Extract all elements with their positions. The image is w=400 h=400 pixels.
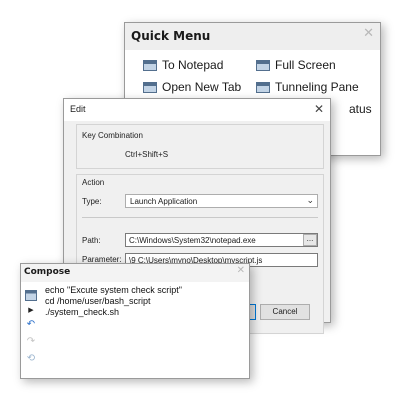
quick-menu-item-tunneling-pane[interactable]: Tunneling Pane bbox=[256, 80, 359, 94]
undo-icon[interactable]: ↶ bbox=[25, 319, 37, 331]
close-icon[interactable]: ✕ bbox=[237, 265, 245, 276]
path-label: Path: bbox=[82, 236, 101, 245]
compose-titlebar: Compose ✕ bbox=[21, 264, 249, 282]
window-icon bbox=[256, 59, 270, 71]
quick-menu-titlebar: Quick Menu ✕ bbox=[125, 23, 380, 50]
quick-menu-title: Quick Menu bbox=[131, 29, 211, 43]
history-icon[interactable]: ⟲ bbox=[25, 353, 37, 365]
redo-icon[interactable]: ↷ bbox=[25, 336, 37, 348]
compose-title: Compose bbox=[24, 267, 71, 277]
compose-line[interactable]: cd /home/user/bash_script bbox=[45, 296, 151, 306]
window-icon bbox=[143, 81, 157, 93]
cancel-button[interactable]: Cancel bbox=[260, 304, 310, 320]
quick-menu-item-full-screen[interactable]: Full Screen bbox=[256, 58, 336, 72]
quick-menu-item-open-new-tab[interactable]: Open New Tab bbox=[143, 80, 241, 94]
type-label: Type: bbox=[82, 197, 102, 206]
quick-menu-item-status[interactable]: atus bbox=[349, 102, 372, 116]
compose-window: Compose ✕ ▶ ↶ ↷ ⟲ echo "Excute system ch… bbox=[20, 263, 250, 379]
quick-menu-item-to-notepad[interactable]: To Notepad bbox=[143, 58, 223, 72]
key-combination-group: Key Combination Ctrl+Shift+S bbox=[76, 124, 324, 169]
path-input[interactable]: C:\Windows\System32\notepad.exe bbox=[125, 233, 318, 247]
close-icon[interactable]: ✕ bbox=[363, 26, 374, 41]
caret-right-icon[interactable]: ▶ bbox=[25, 304, 37, 316]
window-icon bbox=[143, 59, 157, 71]
action-label: Action bbox=[82, 178, 105, 187]
browse-button[interactable]: ... bbox=[303, 234, 317, 246]
type-select-value: Launch Application bbox=[130, 197, 198, 206]
compose-toolbar: ▶ ↶ ↷ ⟲ bbox=[21, 282, 41, 378]
chevron-down-icon: ⌄ bbox=[306, 195, 314, 205]
close-icon[interactable]: ✕ bbox=[314, 102, 324, 116]
type-select[interactable]: Launch Application ⌄ bbox=[125, 194, 318, 208]
key-combination-value[interactable]: Ctrl+Shift+S bbox=[125, 150, 168, 159]
window-icon[interactable] bbox=[25, 290, 37, 302]
compose-line[interactable]: echo "Excute system check script" bbox=[45, 285, 182, 295]
edit-titlebar: Edit ✕ bbox=[64, 99, 330, 121]
edit-title: Edit bbox=[70, 104, 86, 114]
compose-line[interactable]: ./system_check.sh bbox=[45, 307, 119, 317]
window-icon bbox=[256, 81, 270, 93]
action-divider bbox=[82, 217, 318, 218]
key-combination-label: Key Combination bbox=[82, 131, 143, 140]
